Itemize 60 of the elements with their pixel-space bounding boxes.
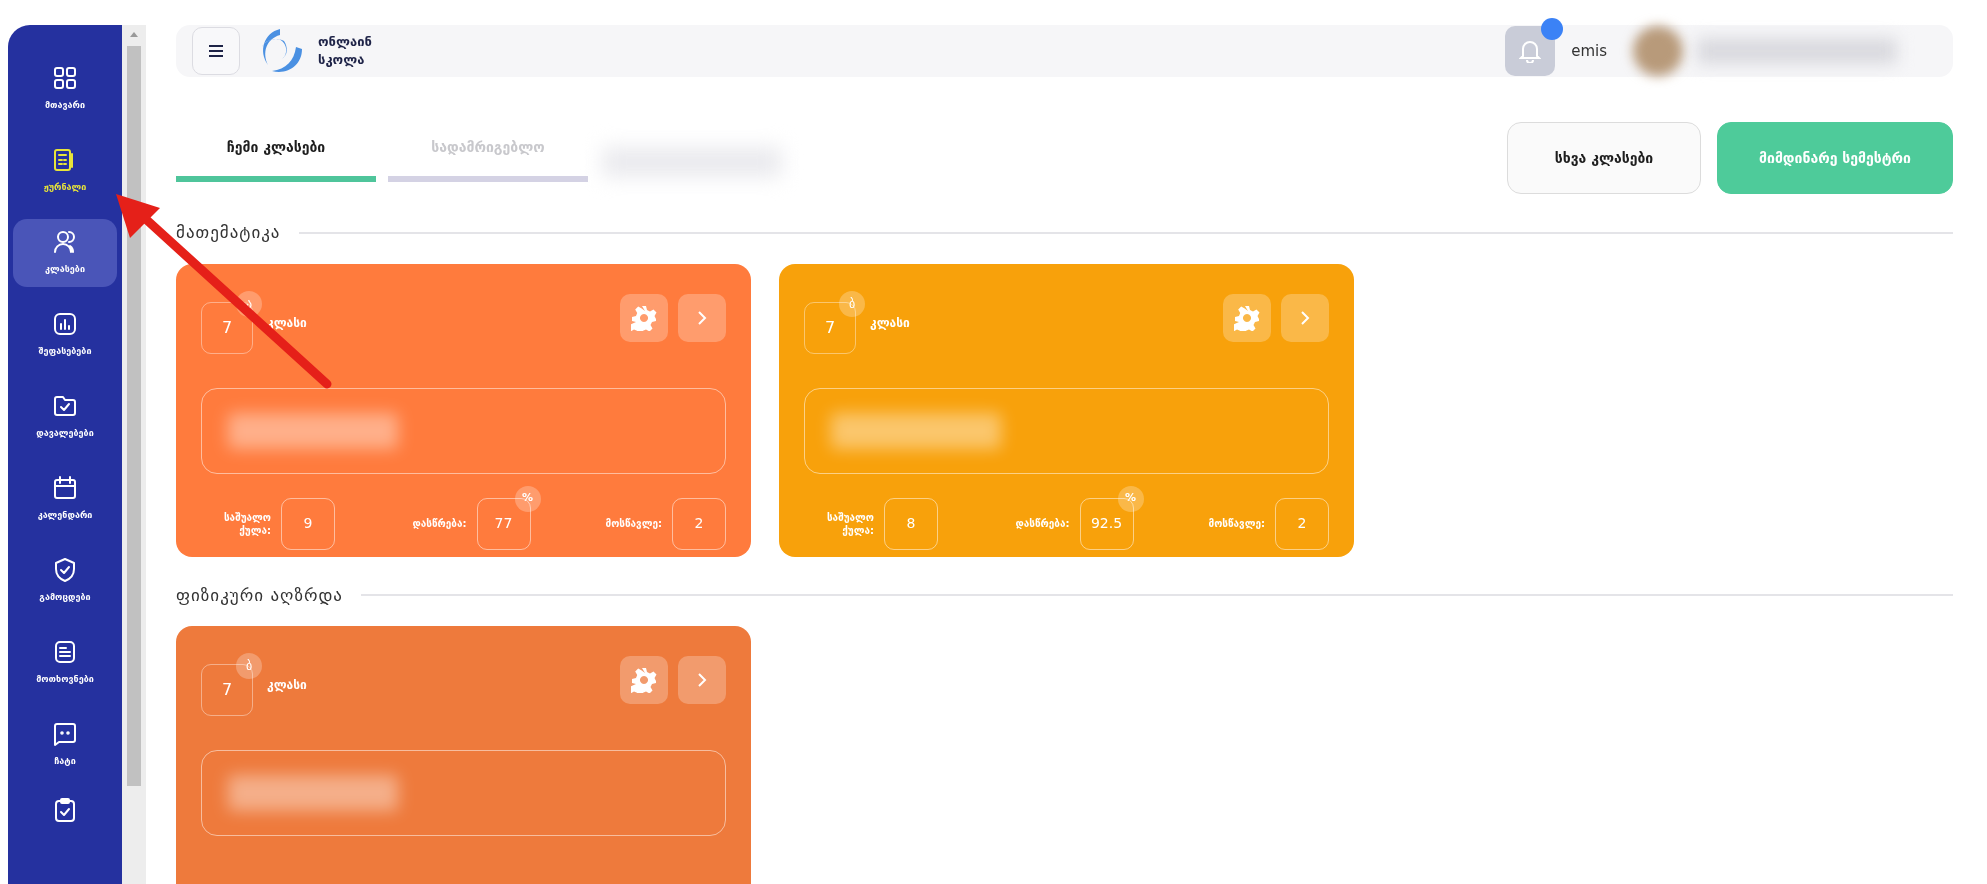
stat-label: დასწრება: [1014,517,1070,530]
gear-icon [1234,304,1260,331]
sidebar-item[interactable]: ჩატი [13,711,117,779]
gear-icon [631,304,657,331]
class-label: კლასი [267,677,307,694]
sidebar-item[interactable]: გამოცდები [13,547,117,615]
sidebar-icon [52,311,78,338]
settings-button[interactable] [620,656,668,704]
stat-value: 9 [281,497,335,550]
sidebar-icon [52,557,78,584]
stat-label: საშუალო ქულა: [222,510,271,537]
sidebar-icon [52,229,78,256]
class-letter: ბ [839,290,865,317]
stat-value: 2 [672,497,726,550]
sidebar-icon [52,65,78,92]
tab[interactable]: ჩემი კლასები [176,127,376,182]
grade-number: 7 [824,316,836,339]
sidebar-item[interactable]: მთავარი [13,55,117,123]
logo-text: ონლაინ [318,33,372,51]
chevron-right-icon [696,671,708,689]
notification-button[interactable] [1505,26,1556,76]
scroll-thumb[interactable] [127,46,141,786]
chevron-right-icon [1299,308,1311,327]
settings-button[interactable] [620,293,668,342]
scroll-up-icon[interactable] [129,31,139,38]
stat-value: 2 [1275,497,1329,550]
stat-label: საშუალო ქულა: [825,510,874,537]
menu-icon [207,44,225,58]
open-button[interactable] [678,293,726,342]
settings-button[interactable] [1223,293,1271,342]
grade-number: 7 [221,316,233,339]
stat-label: დასწრება: [411,517,467,530]
sidebar-item[interactable]: კალენდარი [13,465,117,533]
sidebar-icon [52,475,78,502]
grade-number: 7 [221,679,233,701]
sidebar-item[interactable]: ჟურნალი [13,137,117,205]
clipboard-icon[interactable] [52,797,78,823]
logo-text: სკოლა [318,51,366,69]
class-label: კლასი [870,314,910,332]
open-button[interactable] [678,656,726,704]
section-title: მათემატიკა [176,221,281,244]
sidebar-item[interactable]: მოთხოვნები [13,629,117,697]
sidebar-icon [52,639,78,666]
scrollbar[interactable] [122,25,146,884]
sidebar-icon [52,721,78,748]
avatar [1633,26,1683,76]
outline-button[interactable]: სხვა კლასები [1507,122,1701,194]
sidebar-item[interactable]: კლასები [13,219,117,287]
class-letter: ბ [236,653,262,679]
chevron-right-icon [696,308,708,327]
section-title: ფიზიკური აღზრდა [176,583,343,607]
bell-icon [1519,39,1542,63]
stat-value: 8 [884,497,938,550]
sidebar-item[interactable]: დავალებები [13,383,117,451]
username: emis [1571,40,1607,62]
stat-label: მოსწავლე: [1207,517,1265,530]
menu-button[interactable] [192,27,240,75]
sidebar-item[interactable]: შეფასებები [13,301,117,369]
gear-icon [631,667,657,693]
stat-label: მოსწავლე: [604,517,662,530]
